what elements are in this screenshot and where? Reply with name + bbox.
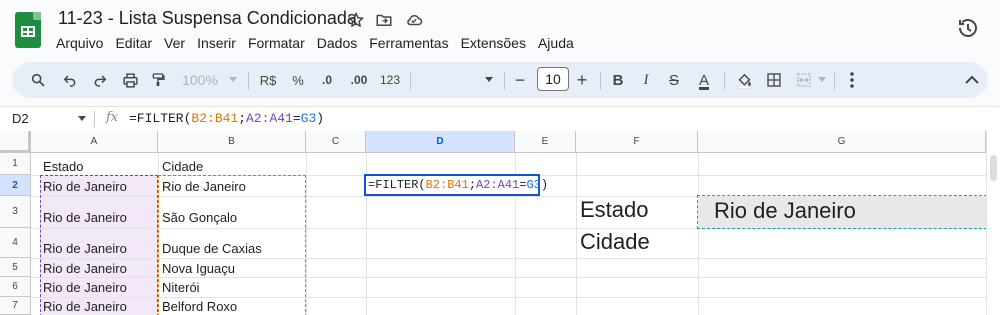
scrollbar-thumb[interactable]	[990, 155, 997, 181]
fx-icon: fx	[106, 110, 119, 125]
column-header-e[interactable]: E	[515, 131, 576, 153]
vertical-scrollbar[interactable]	[986, 131, 1000, 315]
menu-ver[interactable]: Ver	[158, 34, 191, 52]
row-header-7[interactable]: 7	[0, 297, 31, 315]
formula-range-a: A2:A41	[246, 111, 293, 126]
formula-close: )	[316, 111, 325, 126]
row-header-3[interactable]: 3	[0, 196, 31, 228]
print-icon[interactable]	[118, 62, 142, 98]
name-box[interactable]: D2	[12, 111, 29, 126]
formula-function: =FILTER(	[129, 111, 192, 126]
active-cell-d2-editor[interactable]: =FILTER(B2:B41;A2:A41=G3)	[364, 174, 548, 196]
redo-icon[interactable]	[88, 62, 112, 98]
percent-format-button[interactable]: %	[286, 62, 310, 98]
zoom-dropdown-icon[interactable]	[226, 62, 240, 98]
menu-inserir[interactable]: Inserir	[191, 34, 242, 52]
select-all-corner[interactable]	[0, 131, 31, 153]
toolbar-divider	[504, 72, 505, 90]
borders-icon[interactable]	[762, 62, 786, 98]
cell-b1[interactable]: Cidade	[158, 159, 203, 174]
bold-button[interactable]: B	[606, 62, 630, 98]
row-header-6[interactable]: 6	[0, 277, 31, 297]
toolbar-divider	[248, 72, 249, 90]
editor-close: )	[540, 178, 549, 192]
editor-ref-g3: G3	[526, 178, 541, 192]
undo-icon[interactable]	[58, 62, 82, 98]
formula-equals: =	[292, 111, 301, 126]
toolbar-divider	[834, 72, 835, 90]
editor-range-a: A2:A41	[476, 178, 520, 192]
menu-extensoes[interactable]: Extensões	[455, 34, 532, 52]
column-header-b[interactable]: B	[158, 131, 306, 153]
gridline	[698, 153, 699, 315]
formula-bar: D2 fx =FILTER(B2:B41;A2:A41=G3)	[0, 106, 1000, 132]
menu-dados[interactable]: Dados	[311, 34, 363, 52]
text-color-button[interactable]: A	[692, 62, 716, 98]
name-box-dropdown-icon[interactable]	[78, 116, 86, 121]
column-header-g[interactable]: G	[698, 131, 986, 153]
row-header-4[interactable]: 4	[0, 228, 31, 258]
spreadsheet-grid: A B C D E F G 1 2 3 4 5 6 7 Estado Cidad…	[0, 131, 1000, 315]
formula-divider	[94, 111, 95, 127]
paint-format-icon[interactable]	[146, 62, 170, 98]
gridline	[306, 153, 307, 315]
menu-formatar[interactable]: Formatar	[242, 34, 311, 52]
document-title[interactable]: 11-23 - Lista Suspensa Condicionada	[58, 8, 357, 29]
cloud-saved-icon[interactable]	[404, 10, 424, 30]
ref-g3-outline	[697, 195, 987, 229]
increase-font-size-button[interactable]: +	[571, 62, 593, 98]
editor-function: =FILTER(	[368, 178, 426, 192]
range-b2-b41-outline	[158, 175, 306, 315]
menu-editar[interactable]: Editar	[109, 34, 158, 52]
menu-arquivo[interactable]: Arquivo	[50, 34, 109, 52]
move-folder-icon[interactable]	[374, 10, 394, 30]
star-icon[interactable]	[346, 10, 366, 30]
column-header-f[interactable]: F	[576, 131, 698, 153]
editor-separator: ;	[468, 178, 477, 192]
search-icon[interactable]	[26, 62, 50, 98]
range-a2-a41-outline	[40, 175, 158, 315]
formula-ref-g3: G3	[300, 111, 317, 126]
font-size-input[interactable]: 10	[537, 67, 569, 91]
column-header-d[interactable]: D	[366, 131, 515, 153]
merge-cells-icon[interactable]	[792, 62, 816, 98]
toolbar: 100% R$ % .0 .00 123 − 10 + B I S A	[12, 62, 988, 98]
sheets-logo[interactable]	[15, 12, 41, 48]
toolbar-divider	[600, 72, 601, 90]
number-format-button[interactable]: 123	[376, 62, 404, 98]
decrease-font-size-button[interactable]: −	[509, 62, 531, 98]
row-header-2[interactable]: 2	[0, 175, 31, 196]
cell-a1[interactable]: Estado	[39, 159, 83, 174]
currency-format-button[interactable]: R$	[256, 62, 280, 98]
merge-dropdown-icon[interactable]	[816, 62, 828, 98]
strikethrough-button[interactable]: S	[662, 62, 686, 98]
menu-bar: Arquivo Editar Ver Inserir Formatar Dado…	[50, 34, 580, 52]
more-options-icon[interactable]	[842, 62, 862, 98]
menu-ajuda[interactable]: Ajuda	[532, 34, 580, 52]
formula-range-b: B2:B41	[191, 111, 239, 126]
zoom-select[interactable]: 100%	[178, 62, 222, 98]
version-history-icon[interactable]	[956, 16, 980, 40]
menu-ferramentas[interactable]: Ferramentas	[363, 34, 454, 52]
cell-f4[interactable]: Cidade	[576, 229, 650, 255]
toolbar-divider	[724, 72, 725, 90]
toolbar-divider	[410, 72, 411, 90]
italic-button[interactable]: I	[634, 62, 658, 98]
column-header-a[interactable]: A	[31, 131, 158, 153]
formula-input[interactable]: =FILTER(B2:B41;A2:A41=G3)	[129, 111, 324, 126]
editor-range-b: B2:B41	[425, 178, 469, 192]
column-header-c[interactable]: C	[306, 131, 366, 153]
decrease-decimals-button[interactable]: .0	[314, 62, 340, 98]
formula-separator: ;	[238, 111, 247, 126]
collapse-toolbar-icon[interactable]	[960, 62, 984, 98]
row-header-5[interactable]: 5	[0, 258, 31, 277]
increase-decimals-button[interactable]: .00	[344, 62, 374, 98]
cell-f3[interactable]: Estado	[576, 197, 649, 223]
row-header-1[interactable]: 1	[0, 153, 31, 175]
font-family-select[interactable]	[416, 62, 498, 98]
fill-color-icon[interactable]	[732, 62, 756, 98]
